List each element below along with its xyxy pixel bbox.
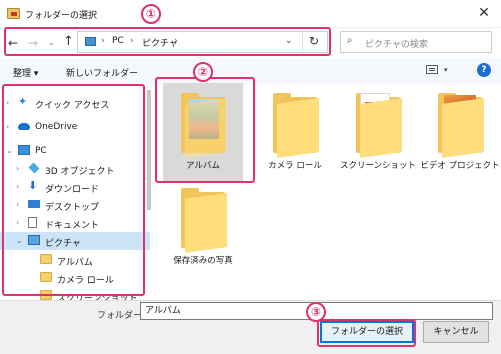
- search-icon: ⌕: [347, 35, 353, 46]
- folder-tile[interactable]: カメラ ロール: [255, 83, 335, 181]
- callout-highlight-select: [317, 319, 416, 347]
- window-title: フォルダーの選択: [25, 11, 98, 21]
- new-folder-button[interactable]: 新しいフォルダー: [66, 66, 138, 79]
- callout-number-1: ①: [141, 4, 161, 24]
- folder-icon: [338, 83, 418, 159]
- view-options-icon[interactable]: [426, 65, 438, 74]
- folder-icon: [163, 178, 243, 254]
- folder-front: [277, 98, 319, 158]
- folder-name-label: カメラ ロール: [268, 161, 322, 171]
- view-dropdown-icon[interactable]: ▾: [444, 66, 448, 74]
- folder-tile[interactable]: スクリーンショット: [338, 83, 418, 181]
- folder-name-label: スクリーンショット: [339, 161, 417, 171]
- callout-number-3: ③: [306, 302, 326, 322]
- scrollbar-thumb[interactable]: [147, 90, 151, 210]
- folder-name-label: ビデオ プロジェクト: [420, 161, 500, 171]
- folder-field-label: フォルダー:: [97, 311, 146, 321]
- folder-icon: [255, 83, 335, 159]
- callout-highlight-address: [4, 27, 331, 56]
- app-icon: [7, 8, 20, 19]
- folder-tile[interactable]: 保存済みの写真: [163, 178, 243, 276]
- folder-icon: [420, 83, 500, 159]
- folder-front: [185, 193, 227, 253]
- folder-name-label: 保存済みの写真: [173, 256, 233, 266]
- help-icon[interactable]: ?: [477, 63, 491, 77]
- close-button[interactable]: ✕: [473, 4, 495, 22]
- cancel-button[interactable]: キャンセル: [423, 321, 489, 343]
- folder-front: [360, 98, 402, 158]
- folder-front: [442, 98, 484, 158]
- callout-highlight-navigation: [2, 84, 145, 296]
- search-placeholder: ピクチャの検索: [365, 40, 428, 50]
- callout-number-2: ②: [193, 62, 213, 82]
- organize-button[interactable]: 整理 ▾: [13, 66, 38, 79]
- folder-tile[interactable]: ビデオ プロジェクト: [420, 83, 500, 181]
- callout-highlight-album: [155, 77, 255, 183]
